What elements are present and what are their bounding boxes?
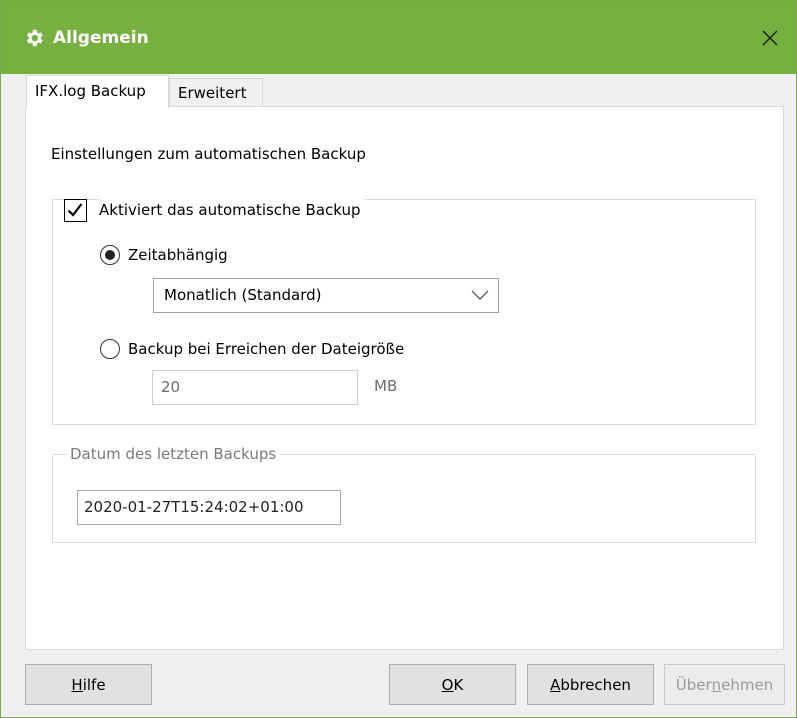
auto-backup-checkbox[interactable] [64,199,87,222]
settings-description: Einstellungen zum automatischen Backup [51,145,366,163]
apply-label-rest: ehmen [721,675,774,694]
size-based-radio[interactable] [100,339,120,359]
file-size-value: 20 [161,378,181,396]
interval-select[interactable]: Monatlich (Standard) [153,278,499,313]
tab-ifx-log-backup[interactable]: IFX.log Backup [26,75,169,108]
file-size-unit: MB [374,377,398,395]
gear-icon [26,29,43,47]
ok-label-rest: K [453,675,464,694]
last-backup-date-field[interactable]: 2020-01-27T15:24:02+01:00 [77,490,341,525]
radio-selected-dot [104,249,115,260]
time-based-radio[interactable] [100,245,120,265]
file-size-input[interactable]: 20 [152,370,358,405]
last-backup-legend: Datum des letzten Backups [67,443,280,465]
window-title: Allgemein [53,28,149,48]
tab-erweitert[interactable]: Erweitert [169,78,263,106]
help-button[interactable]: Hilfe [25,664,152,705]
help-label-rest: ilfe [82,675,106,694]
checkmark-icon [67,203,83,217]
close-button[interactable] [749,18,791,58]
auto-backup-label[interactable]: Aktiviert das automatische Backup [99,199,365,222]
size-based-label[interactable]: Backup bei Erreichen der Dateigröße [128,338,404,360]
cancel-label-rest: bbrechen [560,675,631,694]
apply-mnemonic: n [711,675,722,694]
help-mnemonic: H [71,675,83,694]
interval-select-value: Monatlich (Standard) [164,286,322,304]
title-bar[interactable]: Allgemein [1,1,796,74]
time-based-label[interactable]: Zeitabhängig [128,244,228,266]
apply-button[interactable]: Über n ehmen [664,664,785,705]
close-icon [762,30,778,46]
apply-label-pre: Über [675,675,712,694]
chevron-down-icon [471,290,489,300]
cancel-button[interactable]: Abbrechen [527,664,654,705]
ok-button[interactable]: OK [389,664,516,705]
cancel-mnemonic: A [550,675,561,694]
ok-mnemonic: O [441,675,454,694]
last-backup-date-value: 2020-01-27T15:24:02+01:00 [84,498,304,516]
dialog-window: Allgemein IFX.log Backup Erweitert Einst… [0,0,797,718]
